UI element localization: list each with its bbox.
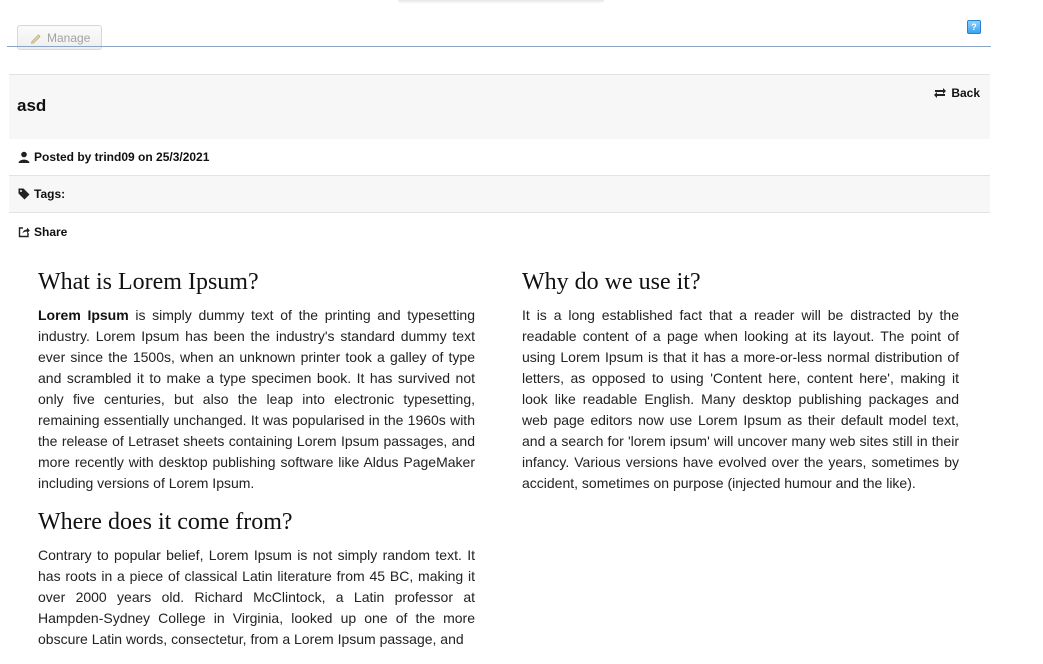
- section-body-where: Contrary to popular belief, Lorem Ipsum …: [38, 547, 475, 647]
- tags-label: Tags:: [34, 187, 66, 201]
- divider: [7, 46, 991, 47]
- section-body-why: It is a long established fact that a rea…: [522, 307, 959, 491]
- post-header: asd Back: [9, 74, 990, 140]
- user-icon: [18, 151, 30, 163]
- manage-label: Manage: [47, 30, 91, 45]
- top-shadow: [398, 0, 604, 4]
- section-heading-where: Where does it come from?: [38, 509, 293, 535]
- post-title: asd: [17, 96, 47, 115]
- tag-icon: [18, 188, 30, 200]
- posted-by-text: Posted by trind09 on 25/3/2021: [34, 150, 210, 164]
- pencil-icon: [30, 33, 41, 44]
- section-text-what: is simply dummy text of the printing and…: [38, 307, 476, 491]
- back-button[interactable]: Back: [933, 86, 980, 100]
- section-body-what: Lorem Ipsum is simply dummy text of the …: [38, 305, 475, 494]
- tags-row: Tags:: [9, 176, 990, 213]
- section-heading-what: What is Lorem Ipsum?: [38, 269, 259, 295]
- share-row[interactable]: Share: [9, 213, 990, 250]
- back-label: Back: [951, 86, 980, 100]
- repeat-icon: [934, 88, 947, 98]
- right-column: Why do we use it? It is a long establish…: [522, 268, 959, 508]
- section-heading-why: Why do we use it?: [522, 269, 701, 295]
- share-icon: [18, 226, 30, 237]
- bold-lead: Lorem Ipsum: [38, 307, 129, 323]
- left-column: What is Lorem Ipsum? Lorem Ipsum is simp…: [38, 268, 475, 664]
- help-icon[interactable]: ?: [967, 20, 981, 34]
- top-toolbar: Manage ?: [0, 0, 1043, 50]
- posted-by-row: Posted by trind09 on 25/3/2021: [9, 139, 990, 176]
- share-label: Share: [34, 224, 68, 239]
